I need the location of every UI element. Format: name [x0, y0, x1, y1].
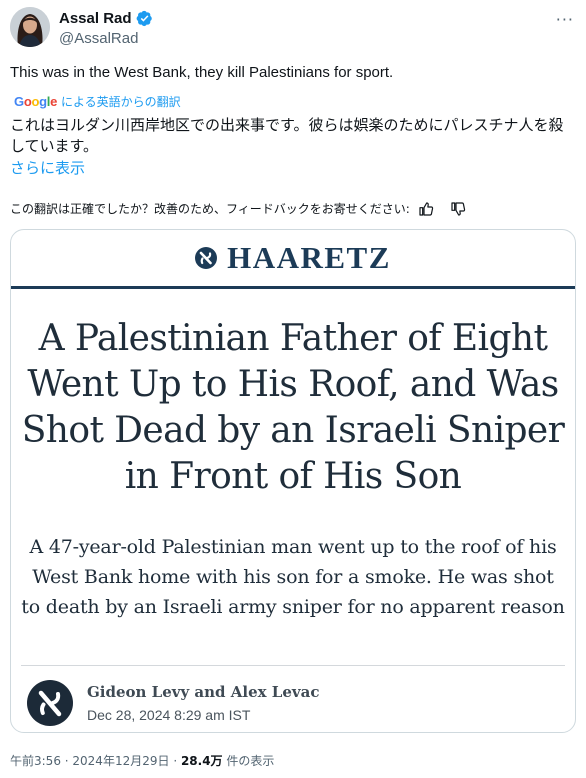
byline-divider	[21, 665, 565, 666]
translation-attribution[interactable]: Google による英語からの翻訳	[14, 93, 181, 110]
google-logo: Google	[14, 94, 58, 109]
show-more-link[interactable]: さらに表示	[10, 157, 85, 178]
views-label: 件の表示	[222, 754, 275, 768]
haaretz-byline-logo-icon	[27, 680, 73, 726]
translation-label: による英語からの翻訳	[61, 95, 181, 109]
meta-separator-2: ·	[169, 754, 181, 768]
more-icon[interactable]: ···	[556, 10, 574, 29]
masthead: HAARETZ	[11, 230, 575, 286]
tweet-meta: 午前3:56 · 2024年12月29日 · 28.4万 件の表示	[10, 752, 274, 769]
verified-badge-icon	[136, 10, 152, 27]
views-count: 28.4万	[180, 754, 223, 768]
translation-feedback: この翻訳は正確でしたか？改善のため、フィードバックをお寄せください:	[10, 200, 466, 217]
feedback-prompt: この翻訳は正確でしたか？改善のため、フィードバックをお寄せください:	[10, 202, 410, 216]
article-authors: Gideon Levy and Alex Levac	[87, 683, 320, 701]
display-name[interactable]: Assal Rad	[59, 10, 132, 27]
article-subhead: A 47-year-old Palestinian man went up to…	[21, 536, 565, 618]
thumbs-up-icon[interactable]	[418, 201, 434, 217]
article-headline: A Palestinian Father of Eight Went Up to…	[21, 318, 565, 497]
meta-separator: ·	[60, 754, 73, 768]
tweet-text: This was in the West Bank, they kill Pal…	[10, 64, 394, 81]
link-preview-card[interactable]: HAARETZ A Palestinian Father of Eight We…	[10, 229, 576, 733]
thumbs-down-icon[interactable]	[450, 201, 466, 217]
avatar[interactable]	[10, 7, 50, 47]
article-date: Dec 28, 2024 8:29 am IST	[87, 707, 251, 723]
masthead-name: HAARETZ	[227, 240, 391, 275]
haaretz-logo-icon	[195, 247, 218, 269]
tweet-header: Assal Rad @AssalRad ···	[10, 6, 576, 50]
tweet-time[interactable]: 午前3:56	[10, 754, 61, 768]
user-handle[interactable]: @AssalRad	[59, 30, 138, 47]
translated-text: これはヨルダン川西岸地区での出来事です。彼らは娯楽のためにパレスチナ人を殺してい…	[10, 116, 564, 155]
masthead-rule	[11, 286, 575, 289]
tweet-date[interactable]: 2024年12月29日	[72, 754, 169, 768]
